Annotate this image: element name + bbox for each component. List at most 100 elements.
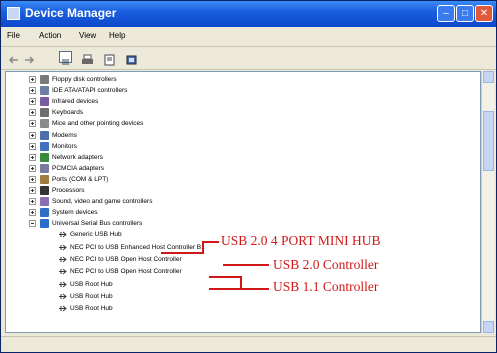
annotation-line-hub-horizontal [161,252,203,254]
port-icon [40,174,49,184]
expand-icon[interactable] [29,142,36,150]
tree-category-row[interactable]: Ports (COM & LPT) [6,174,306,185]
usb-device-row[interactable]: USB Root Hub [6,291,266,302]
tree-category-row[interactable]: PCMCIA adapters [6,163,306,174]
tree-category-row[interactable]: Universal Serial Bus controllers [6,218,306,229]
ide-controller-icon [40,86,49,96]
tree-category-label: Mice and other pointing devices [52,120,144,128]
printer-icon [82,54,93,64]
expand-icon[interactable] [29,109,36,117]
properties-icon [62,59,69,65]
vertical-scrollbar[interactable] [481,71,494,333]
annotation-line-hub-top [203,241,219,243]
status-bar [1,336,496,353]
tree-category-label: System devices [52,209,98,217]
usb-plug-icon [58,292,67,301]
tree-category-row[interactable]: Network adapters [6,152,306,163]
device-manager-icon [7,7,20,20]
usb-device-row[interactable]: USB Root Hub [6,303,266,314]
tree-category-row[interactable]: Modems [6,130,306,141]
tree-category-label: Keyboards [52,109,84,117]
forward-button[interactable] [23,51,36,64]
monitor-icon [40,141,49,151]
close-button[interactable]: ✕ [475,5,493,22]
expand-icon[interactable] [29,175,36,183]
back-arrow-icon [8,56,18,64]
usb-device-label: Generic USB Hub [70,231,122,239]
scan-hardware-button[interactable] [125,51,138,65]
tree-category-label: Sound, video and game controllers [52,198,153,206]
tree-category-label: Infrared devices [52,98,99,106]
tree-category-label: Monitors [52,142,77,150]
usb-device-label: USB Root Hub [70,305,113,313]
network-adapter-icon [40,152,49,162]
expand-icon[interactable] [29,153,36,161]
close-icon: ✕ [479,8,489,19]
maximize-button[interactable]: □ [456,5,474,22]
usb-device-label: NEC PCI to USB Enhanced Host Controller … [70,243,205,251]
modem-icon [40,130,49,140]
title-bar[interactable]: Device Manager – □ ✕ [1,1,496,27]
collapse-icon[interactable] [29,220,36,228]
back-button[interactable] [7,51,20,64]
tree-category-row[interactable]: Processors [6,185,306,196]
usb-device-label: USB Root Hub [70,292,113,300]
floppy-controller-icon [40,75,49,84]
properties-button[interactable] [59,51,72,65]
menu-file[interactable]: File [7,31,20,40]
tree-category-row[interactable]: IDE ATA/ATAPI controllers [6,85,306,96]
expand-icon[interactable] [29,209,36,217]
sound-icon [40,197,49,207]
tree-category-row[interactable]: Floppy disk controllers [6,74,306,85]
help-book-icon [104,54,115,66]
usb-plug-icon [58,304,67,313]
pcmcia-icon [40,163,49,173]
usb-device-label: USB Root Hub [70,280,113,288]
tree-category-row[interactable]: Keyboards [6,107,306,118]
tree-category-row[interactable]: Mice and other pointing devices [6,118,306,129]
keyboard-icon [40,108,49,118]
processor-icon [40,186,49,195]
mouse-icon [40,119,49,129]
tree-category-label: Floppy disk controllers [52,76,117,83]
tree-category-label: Network adapters [52,153,103,161]
scroll-up-button[interactable] [483,71,494,83]
annotation-line-usb11-upper [209,276,241,278]
tree-category-row[interactable]: Monitors [6,141,306,152]
menu-help[interactable]: Help [109,31,125,40]
expand-icon[interactable] [29,131,36,139]
print-button[interactable] [81,51,94,64]
system-device-icon [40,208,49,218]
expand-icon[interactable] [29,76,36,83]
tree-category-label: PCMCIA adapters [52,164,105,172]
usb-device-label: NEC PCI to USB Open Host Controller [70,256,182,263]
minimize-button[interactable]: – [437,5,455,22]
expand-icon[interactable] [29,164,36,172]
scroll-down-button[interactable] [483,321,494,333]
forward-arrow-icon [25,56,35,64]
annotation-line-usb11-lower [209,288,269,290]
scroll-thumb[interactable] [483,111,494,171]
menu-view[interactable]: View [79,31,96,40]
expand-icon[interactable] [29,187,36,194]
expand-icon[interactable] [29,98,36,106]
expand-icon[interactable] [29,87,36,95]
usb-plug-icon [58,280,67,289]
minimize-icon: – [443,8,449,19]
tree-category-row[interactable]: System devices [6,207,306,218]
usb-device-label: NEC PCI to USB Open Host Controller [70,268,182,276]
help-button[interactable] [103,51,116,66]
device-manager-window: Device Manager – □ ✕ File Action View He… [0,0,497,353]
expand-icon[interactable] [29,198,36,206]
menu-bar: File Action View Help [1,28,496,47]
tree-category-label: Ports (COM & LPT) [52,175,109,183]
tree-category-label: IDE ATA/ATAPI controllers [52,87,128,95]
scan-hardware-icon [126,55,137,65]
tree-category-row[interactable]: Infrared devices [6,96,306,107]
tree-category-label: Processors [52,187,85,194]
annotation-line-usb2 [223,264,269,266]
tree-category-row[interactable]: Sound, video and game controllers [6,196,306,207]
window-title: Device Manager [25,6,117,20]
expand-icon[interactable] [29,120,36,128]
menu-action[interactable]: Action [39,31,61,40]
